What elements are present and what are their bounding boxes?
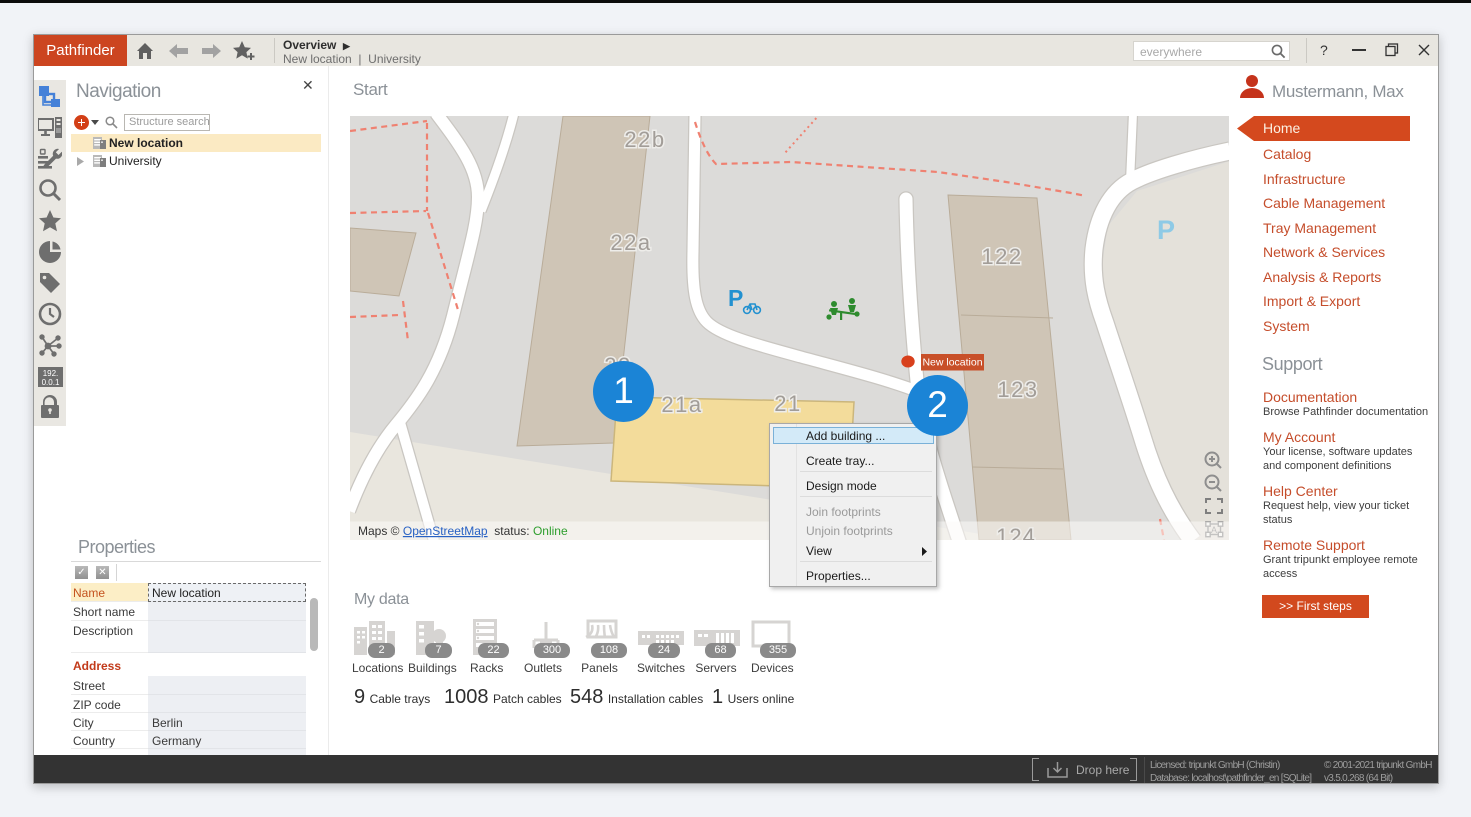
svg-text:P: P	[1157, 215, 1175, 245]
svg-text:122: 122	[981, 244, 1022, 269]
svg-text:P: P	[728, 285, 743, 311]
svg-text:124: 124	[996, 524, 1036, 540]
svg-text:21a: 21a	[661, 392, 702, 417]
svg-text:22a: 22a	[610, 230, 651, 255]
svg-text:21: 21	[774, 391, 801, 416]
svg-text:Maps © OpenStreetMap status:: Maps © OpenStreetMap status: Online	[358, 524, 568, 538]
svg-text:New location: New location	[922, 357, 982, 369]
svg-text:22b: 22b	[624, 127, 665, 152]
svg-text:123: 123	[997, 377, 1038, 402]
